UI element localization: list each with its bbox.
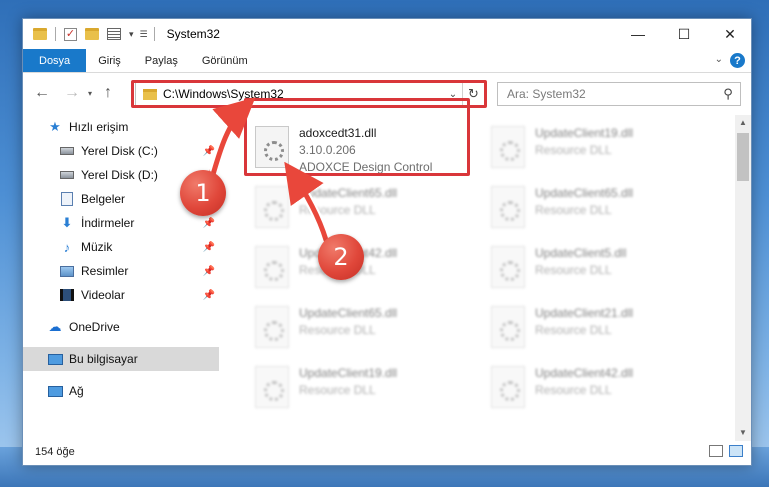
callout-badge-one: 1: [180, 170, 226, 216]
annotation-arrows: [207, 97, 331, 245]
callout-badge-two: 2: [318, 234, 364, 280]
